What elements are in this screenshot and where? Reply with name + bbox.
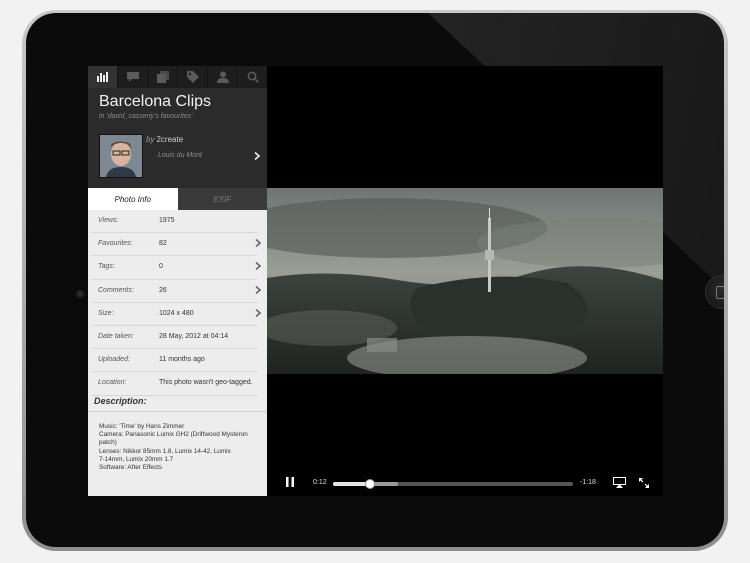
chevron-right-icon[interactable]	[255, 262, 261, 271]
info-row-label: Date taken:	[98, 332, 134, 340]
info-row[interactable]: Comments: 26	[92, 280, 261, 303]
tab-exif[interactable]: EXIF	[177, 188, 267, 210]
tab-photo-info[interactable]: Photo Info	[88, 188, 178, 210]
avatar-portrait	[100, 135, 142, 177]
info-row[interactable]: Size: 1024 x 480	[92, 303, 261, 326]
photo-title: Barcelona Clips	[99, 93, 212, 110]
info-row: Views: 1975	[92, 210, 257, 234]
info-row: Date taken: 28 May, 2012 at 04:14	[92, 326, 257, 350]
airplay-icon[interactable]	[613, 477, 626, 488]
chevron-right-icon[interactable]	[254, 152, 260, 160]
played-bar	[333, 482, 369, 486]
info-row[interactable]: Tags: 0	[92, 256, 261, 280]
description-heading: Description:	[94, 396, 147, 406]
video-frame[interactable]	[267, 188, 663, 374]
description-line: 7-14mm, Lumix 20mm 1.7	[99, 455, 174, 463]
fullscreen-icon[interactable]	[639, 478, 649, 488]
scrubber-handle[interactable]	[365, 479, 375, 489]
stats-icon	[96, 72, 108, 82]
info-row: Uploaded: 11 months ago	[92, 349, 257, 373]
info-row-value: 82	[159, 240, 167, 248]
info-row-label: Favourites:	[98, 240, 133, 248]
home-button[interactable]	[706, 276, 724, 308]
tab-stats[interactable]	[88, 66, 118, 88]
divider	[88, 411, 267, 412]
video-still-image	[267, 188, 663, 374]
owner-username[interactable]: 2create	[156, 135, 183, 144]
info-row-value: 26	[159, 286, 167, 294]
remaining-time: -1:18	[580, 479, 596, 486]
front-camera	[77, 291, 83, 297]
info-row-value: 11 months ago	[159, 356, 205, 364]
info-rows: Views: 1975 Favourites: 82 Tags: 0 Comments: 26…	[88, 210, 267, 396]
pause-icon[interactable]	[286, 477, 294, 487]
tab-user[interactable]	[208, 66, 238, 88]
owner-line[interactable]: by 2create	[146, 135, 183, 144]
description-line: patch)	[99, 439, 117, 447]
info-row-label: Comments:	[98, 286, 134, 294]
info-row-label: Size:	[98, 309, 114, 317]
tab-sets[interactable]	[148, 66, 178, 88]
info-row-value: 28 May, 2012 at 04:14	[159, 332, 229, 340]
description-line: Software: After Effects	[99, 464, 163, 472]
description-line: Camera: Panasonic Lumix GH2 (Driftwood M…	[99, 431, 248, 439]
progress-track[interactable]	[333, 479, 573, 489]
tag-icon	[186, 71, 199, 83]
owner-realname: Louis du Mont	[158, 152, 202, 159]
chevron-right-icon[interactable]	[255, 285, 261, 294]
app-screen: Barcelona Clips in 'david_casseriy's fav…	[88, 66, 663, 496]
info-row-label: Location:	[98, 379, 127, 387]
description-line: Lenses: Nikkor 85mm 1.8, Lumix 14-42, Lu…	[99, 447, 231, 455]
photo-info-panel: Views: 1975 Favourites: 82 Tags: 0 Comments: 26…	[88, 210, 267, 496]
owner-avatar[interactable]	[99, 134, 143, 178]
video-controls: 0:12 -1:18	[267, 470, 663, 496]
search-icon	[247, 71, 259, 83]
info-row-value: 1975	[159, 217, 175, 224]
info-row-label: Tags:	[98, 263, 115, 271]
chevron-right-icon[interactable]	[255, 308, 261, 317]
sidebar-tabbar	[88, 66, 267, 88]
tab-comments[interactable]	[118, 66, 148, 88]
info-row-value: This photo wasn't geo-tagged.	[159, 379, 253, 387]
tab-search[interactable]	[238, 66, 267, 88]
tab-tags[interactable]	[178, 66, 208, 88]
info-row-value: 0	[159, 263, 163, 271]
info-row[interactable]: Favourites: 82	[92, 233, 261, 257]
by-label: by	[146, 135, 155, 144]
sidebar: Barcelona Clips in 'david_casseriy's fav…	[88, 66, 267, 496]
info-row-label: Uploaded:	[98, 356, 130, 364]
home-square-icon	[716, 286, 724, 299]
info-row: Location: This photo wasn't geo-tagged.	[92, 372, 257, 396]
sets-icon	[156, 71, 169, 83]
chevron-right-icon[interactable]	[255, 239, 261, 248]
comments-icon	[126, 72, 139, 82]
current-time: 0:12	[313, 479, 327, 486]
info-row-value: 1024 x 480	[159, 309, 194, 317]
photo-subtitle: in 'david_casseriy's favourites'	[99, 113, 193, 120]
description-line: Music: 'Time' by Hans Zimmer	[99, 423, 185, 430]
description-text: Music: 'Time' by Hans Zimmer Camera: Pana…	[99, 423, 264, 472]
info-tabs: Photo Info EXIF	[88, 188, 267, 210]
info-row-label: Views:	[98, 217, 119, 224]
user-icon	[216, 71, 229, 83]
